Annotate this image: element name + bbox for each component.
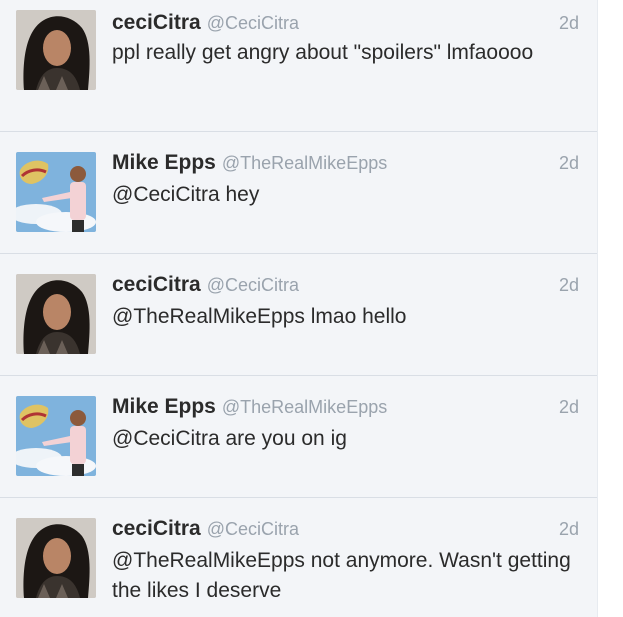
- tweet-text: ppl really get angry about "spoilers" lm…: [112, 41, 534, 64]
- tweet-text: @TheRealMikeEpps lmao hello: [112, 305, 407, 328]
- avatar[interactable]: [16, 10, 96, 90]
- author-handle[interactable]: @CeciCitra: [207, 13, 299, 33]
- timestamp[interactable]: 2d: [559, 514, 579, 544]
- author-handle[interactable]: @CeciCitra: [207, 519, 299, 539]
- author-handle[interactable]: @TheRealMikeEpps: [222, 397, 387, 417]
- tweet-text: @TheRealMikeEpps not anymore. Wasn't get…: [112, 549, 577, 602]
- timestamp[interactable]: 2d: [559, 148, 579, 178]
- avatar[interactable]: [16, 274, 96, 354]
- tweet-text: @CeciCitra hey: [112, 183, 260, 206]
- avatar[interactable]: [16, 518, 96, 598]
- author-name[interactable]: Mike Epps: [112, 151, 216, 174]
- tweet-item[interactable]: ceciCitra @CeciCitra 2d ppl really get an…: [0, 0, 597, 132]
- ceci-avatar-icon: [16, 274, 96, 354]
- ceci-avatar-icon: [16, 10, 96, 90]
- mike-avatar-icon: [16, 396, 96, 476]
- ceci-avatar-icon: [16, 518, 96, 598]
- author-handle[interactable]: @TheRealMikeEpps: [222, 153, 387, 173]
- tweet-item[interactable]: Mike Epps @TheRealMikeEpps 2d @CeciCitra …: [0, 132, 597, 254]
- timestamp[interactable]: 2d: [559, 270, 579, 300]
- tweet-item[interactable]: ceciCitra @CeciCitra 2d @TheRealMikeEpps …: [0, 498, 597, 617]
- author-name[interactable]: ceciCitra: [112, 517, 201, 540]
- author-name[interactable]: ceciCitra: [112, 273, 201, 296]
- mike-avatar-icon: [16, 152, 96, 232]
- author-name[interactable]: Mike Epps: [112, 395, 216, 418]
- tweet-item[interactable]: Mike Epps @TheRealMikeEpps 2d @CeciCitra …: [0, 376, 597, 498]
- timestamp[interactable]: 2d: [559, 392, 579, 422]
- author-name[interactable]: ceciCitra: [112, 11, 201, 34]
- tweet-item[interactable]: ceciCitra @CeciCitra 2d @TheRealMikeEpps …: [0, 254, 597, 376]
- avatar[interactable]: [16, 152, 96, 232]
- tweet-timeline: ceciCitra @CeciCitra 2d ppl really get an…: [0, 0, 598, 617]
- timestamp[interactable]: 2d: [559, 8, 579, 38]
- author-handle[interactable]: @CeciCitra: [207, 275, 299, 295]
- avatar[interactable]: [16, 396, 96, 476]
- tweet-text: @CeciCitra are you on ig: [112, 427, 347, 450]
